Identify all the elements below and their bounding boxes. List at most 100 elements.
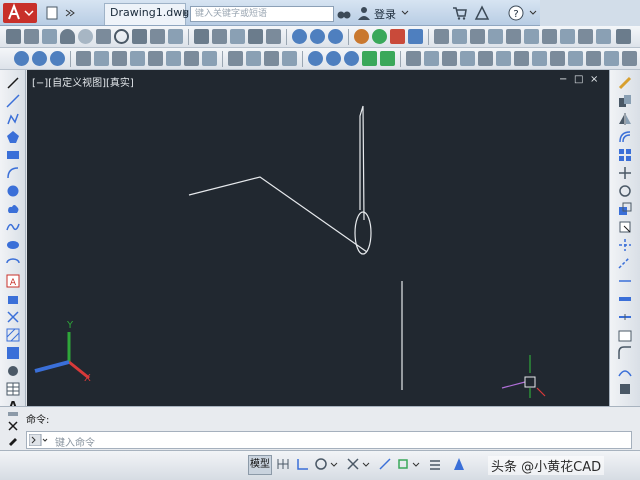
autocad-logo-icon[interactable] bbox=[3, 3, 37, 23]
login-button[interactable]: 登录 bbox=[374, 6, 396, 24]
table-icon[interactable] bbox=[6, 382, 20, 396]
model-space-button[interactable]: 模型 bbox=[248, 455, 272, 475]
polyline-icon[interactable] bbox=[6, 112, 20, 126]
se-iso-icon[interactable] bbox=[560, 29, 575, 44]
break-icon[interactable] bbox=[618, 292, 632, 306]
polysolid-icon[interactable] bbox=[6, 29, 21, 44]
delete-faces-icon[interactable] bbox=[130, 51, 145, 66]
union-icon[interactable] bbox=[14, 51, 29, 66]
ucs-origin-icon[interactable] bbox=[514, 51, 529, 66]
move-faces-icon[interactable] bbox=[94, 51, 109, 66]
insert-block-icon[interactable]: A bbox=[6, 274, 20, 288]
command-input[interactable]: 键入命令 bbox=[26, 431, 632, 449]
cart-icon[interactable] bbox=[452, 5, 468, 21]
stretch-icon[interactable] bbox=[618, 220, 632, 234]
intersect-icon[interactable] bbox=[328, 29, 343, 44]
object-snap-tracking-icon[interactable] bbox=[378, 457, 392, 471]
revolve-icon[interactable] bbox=[248, 29, 263, 44]
torus-icon[interactable] bbox=[114, 29, 129, 44]
helix-icon[interactable] bbox=[150, 29, 165, 44]
rotate-icon[interactable] bbox=[618, 184, 632, 198]
help-dropdown-icon[interactable] bbox=[528, 5, 538, 21]
login-dropdown-icon[interactable] bbox=[400, 5, 410, 21]
region-icon[interactable] bbox=[6, 364, 20, 378]
intersect-icon[interactable] bbox=[50, 51, 65, 66]
3d-align-icon[interactable] bbox=[390, 29, 405, 44]
ellipse-arc-icon[interactable] bbox=[6, 256, 20, 270]
explode-icon[interactable] bbox=[618, 382, 632, 396]
planar-surface-icon[interactable] bbox=[168, 29, 183, 44]
user-icon[interactable] bbox=[356, 5, 372, 21]
slice-icon[interactable] bbox=[362, 51, 377, 66]
subtract-icon[interactable] bbox=[32, 51, 47, 66]
copy-faces-icon[interactable] bbox=[184, 51, 199, 66]
drawn-handle-line[interactable] bbox=[359, 105, 365, 221]
color-edges-icon[interactable] bbox=[246, 51, 261, 66]
polar-dropdown-icon[interactable] bbox=[330, 457, 338, 471]
autodesk-app-icon[interactable] bbox=[474, 5, 490, 21]
spline-icon[interactable] bbox=[6, 220, 20, 234]
chamfer-icon[interactable] bbox=[618, 328, 632, 342]
grid-display-icon[interactable] bbox=[276, 457, 290, 471]
presspull-icon[interactable] bbox=[212, 29, 227, 44]
new-file-icon[interactable] bbox=[44, 5, 60, 21]
sphere-icon[interactable] bbox=[78, 29, 93, 44]
shell-icon[interactable] bbox=[326, 51, 341, 66]
check-icon[interactable] bbox=[344, 51, 359, 66]
left-view-icon[interactable] bbox=[470, 29, 485, 44]
3d-move-icon[interactable] bbox=[354, 29, 369, 44]
extrude-icon[interactable] bbox=[194, 29, 209, 44]
offset-icon[interactable] bbox=[618, 130, 632, 144]
clean-icon[interactable] bbox=[282, 51, 297, 66]
rotate-faces-icon[interactable] bbox=[148, 51, 163, 66]
polar-tracking-icon[interactable] bbox=[314, 457, 328, 471]
fillet-icon[interactable] bbox=[618, 346, 632, 360]
3d-array-icon[interactable] bbox=[408, 29, 423, 44]
mirror-icon[interactable] bbox=[618, 112, 632, 126]
blend-curves-icon[interactable] bbox=[618, 364, 632, 378]
command-line-grip-icon[interactable] bbox=[6, 410, 20, 450]
3d-rotate-icon[interactable] bbox=[372, 29, 387, 44]
drawn-polyline[interactable] bbox=[188, 176, 368, 253]
scale-icon[interactable] bbox=[618, 202, 632, 216]
ucs-y-icon[interactable] bbox=[586, 51, 601, 66]
array-icon[interactable] bbox=[618, 148, 632, 162]
binoculars-icon[interactable] bbox=[336, 5, 352, 21]
drawing-geometry[interactable]: Y X bbox=[27, 70, 609, 406]
section-icon[interactable] bbox=[380, 51, 395, 66]
ne-iso-icon[interactable] bbox=[578, 29, 593, 44]
wedge-icon[interactable] bbox=[42, 29, 57, 44]
point-icon[interactable] bbox=[6, 310, 20, 324]
pyramid-icon[interactable] bbox=[132, 29, 147, 44]
ucs-object-icon[interactable] bbox=[478, 51, 493, 66]
imprint-icon[interactable] bbox=[264, 51, 279, 66]
union-icon[interactable] bbox=[292, 29, 307, 44]
object-snap-dropdown-icon[interactable] bbox=[412, 457, 420, 471]
ucs-icon[interactable] bbox=[406, 51, 421, 66]
copy-icon[interactable] bbox=[618, 94, 632, 108]
ucs-view-icon[interactable] bbox=[496, 51, 511, 66]
gradient-icon[interactable] bbox=[6, 346, 20, 360]
extend-icon[interactable] bbox=[618, 256, 632, 270]
circle-icon[interactable] bbox=[6, 184, 20, 198]
erase-icon[interactable] bbox=[618, 76, 632, 90]
right-view-icon[interactable] bbox=[488, 29, 503, 44]
loft-icon[interactable] bbox=[266, 29, 281, 44]
quick-access-more-icon[interactable] bbox=[64, 5, 76, 21]
box-icon[interactable] bbox=[24, 29, 39, 44]
join-icon[interactable] bbox=[618, 310, 632, 324]
isodraft-icon[interactable] bbox=[346, 457, 360, 471]
camera-icon[interactable] bbox=[616, 29, 631, 44]
drawing-area[interactable]: [−][自定义视图][真实] − □ × Y X bbox=[27, 70, 609, 406]
separate-icon[interactable] bbox=[308, 51, 323, 66]
ucs-face-icon[interactable] bbox=[460, 51, 475, 66]
ucs-z-axis-icon[interactable] bbox=[532, 51, 547, 66]
revision-cloud-icon[interactable] bbox=[6, 202, 20, 216]
subtract-icon[interactable] bbox=[310, 29, 325, 44]
ucs-x-icon[interactable] bbox=[568, 51, 583, 66]
ucs-previous-icon[interactable] bbox=[442, 51, 457, 66]
line-icon[interactable] bbox=[6, 76, 20, 90]
move-icon[interactable] bbox=[618, 166, 632, 180]
command-prompt-icon[interactable] bbox=[29, 434, 49, 446]
tab-arrow-icon[interactable] bbox=[180, 5, 190, 21]
